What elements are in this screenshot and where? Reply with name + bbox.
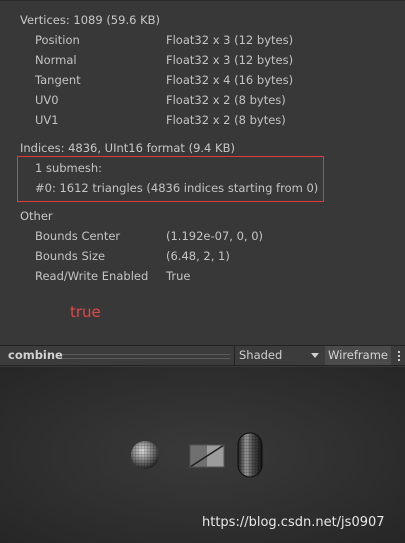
property-row: Bounds Center (1.192e-07, 0, 0) <box>0 226 405 246</box>
property-name: Bounds Center <box>35 229 121 243</box>
quad-mesh <box>189 444 225 468</box>
property-value: (1.192e-07, 0, 0) <box>166 229 264 243</box>
preview-toolbar: combine Shaded Wireframe <box>0 345 405 366</box>
chevron-down-icon <box>311 353 319 358</box>
property-name: Bounds Size <box>35 249 106 263</box>
attribute-row: UV1 Float32 x 2 (8 bytes) <box>0 110 405 130</box>
watermark: https://blog.csdn.net/js0907 <box>202 515 385 530</box>
attribute-row: UV0 Float32 x 2 (8 bytes) <box>0 90 405 110</box>
drag-handle[interactable] <box>62 354 230 359</box>
attribute-format: Float32 x 2 (8 bytes) <box>166 113 286 127</box>
attribute-name: Normal <box>35 53 77 67</box>
kebab-menu-icon[interactable] <box>394 346 405 365</box>
capsule-mesh <box>237 432 263 478</box>
attribute-format: Float32 x 2 (8 bytes) <box>166 93 286 107</box>
attribute-name: Tangent <box>35 73 81 87</box>
wireframe-toggle[interactable]: Wireframe <box>325 346 391 365</box>
attribute-name: Position <box>35 33 80 47</box>
property-value: True <box>166 269 191 283</box>
top-divider <box>0 0 405 1</box>
property-row: Bounds Size (6.48, 2, 1) <box>0 246 405 266</box>
preview-title: combine <box>8 348 63 362</box>
attribute-name: UV0 <box>35 93 59 107</box>
mesh-inspector: Vertices: 1089 (59.6 KB) Position Float3… <box>0 0 405 345</box>
attribute-name: UV1 <box>35 113 59 127</box>
attribute-format: Float32 x 4 (16 bytes) <box>166 73 294 87</box>
property-row: Read/Write Enabled True <box>0 266 405 286</box>
shading-mode-label: Shaded <box>239 348 283 362</box>
attribute-format: Float32 x 3 (12 bytes) <box>166 33 294 47</box>
attribute-format: Float32 x 3 (12 bytes) <box>166 53 294 67</box>
attribute-row: Normal Float32 x 3 (12 bytes) <box>0 50 405 70</box>
property-value: (6.48, 2, 1) <box>166 249 230 263</box>
wireframe-label: Wireframe <box>328 348 388 362</box>
other-header: Other <box>20 209 53 223</box>
submesh-info: #0: 1612 triangles (4836 indices startin… <box>35 181 319 195</box>
sphere-mesh <box>131 441 159 469</box>
annotation-text: true <box>70 303 101 321</box>
submesh-count: 1 submesh: <box>35 161 102 175</box>
vertices-header: Vertices: 1089 (59.6 KB) <box>20 13 160 27</box>
attribute-row: Tangent Float32 x 4 (16 bytes) <box>0 70 405 90</box>
shading-mode-dropdown[interactable]: Shaded <box>235 346 323 365</box>
attribute-row: Position Float32 x 3 (12 bytes) <box>0 30 405 50</box>
property-name: Read/Write Enabled <box>35 269 149 283</box>
indices-header: Indices: 4836, UInt16 format (9.4 KB) <box>20 141 235 155</box>
